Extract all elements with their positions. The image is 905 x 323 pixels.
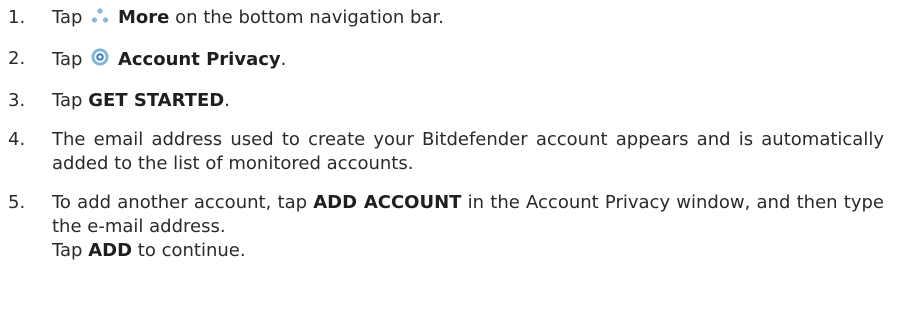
step-number: 1. bbox=[8, 7, 26, 28]
step-3: 3. Tap GET STARTED. bbox=[0, 89, 884, 113]
step-4: 4. The email address used to create your… bbox=[0, 128, 884, 176]
step-number: 4. bbox=[8, 129, 26, 150]
step-2: 2. Tap Account Privacy. bbox=[0, 47, 884, 74]
step-number: 3. bbox=[8, 90, 26, 111]
step-text: Tap bbox=[52, 90, 83, 111]
step-text: to continue. bbox=[137, 240, 246, 261]
get-started-label: GET STARTED bbox=[88, 90, 225, 111]
step-text: on the bottom navigation bar. bbox=[175, 7, 444, 28]
step-number: 5. bbox=[8, 192, 26, 213]
step-text: The email address used to create your Bi… bbox=[52, 129, 884, 174]
step-continuation: Tap ADD to continue. bbox=[52, 239, 884, 263]
step-text: To add another account, tap bbox=[52, 192, 308, 213]
step-text: Tap bbox=[52, 7, 83, 28]
more-label: More bbox=[117, 7, 170, 28]
account-privacy-icon bbox=[90, 47, 110, 74]
step-text: . bbox=[224, 90, 230, 111]
step-text: . bbox=[280, 49, 287, 70]
step-text: Tap bbox=[52, 240, 83, 261]
account-privacy-label: Account Privacy bbox=[117, 49, 281, 70]
step-5: 5. To add another account, tap ADD ACCOU… bbox=[0, 191, 884, 263]
step-text: Tap bbox=[52, 49, 83, 70]
more-dots-icon bbox=[90, 7, 110, 32]
step-number: 2. bbox=[8, 48, 26, 69]
add-label: ADD bbox=[88, 240, 133, 261]
step-1: 1. Tap More on the bottom navigation bar… bbox=[0, 6, 884, 32]
add-account-label: ADD ACCOUNT bbox=[313, 192, 462, 213]
instruction-steps: 1. Tap More on the bottom navigation bar… bbox=[0, 0, 905, 263]
